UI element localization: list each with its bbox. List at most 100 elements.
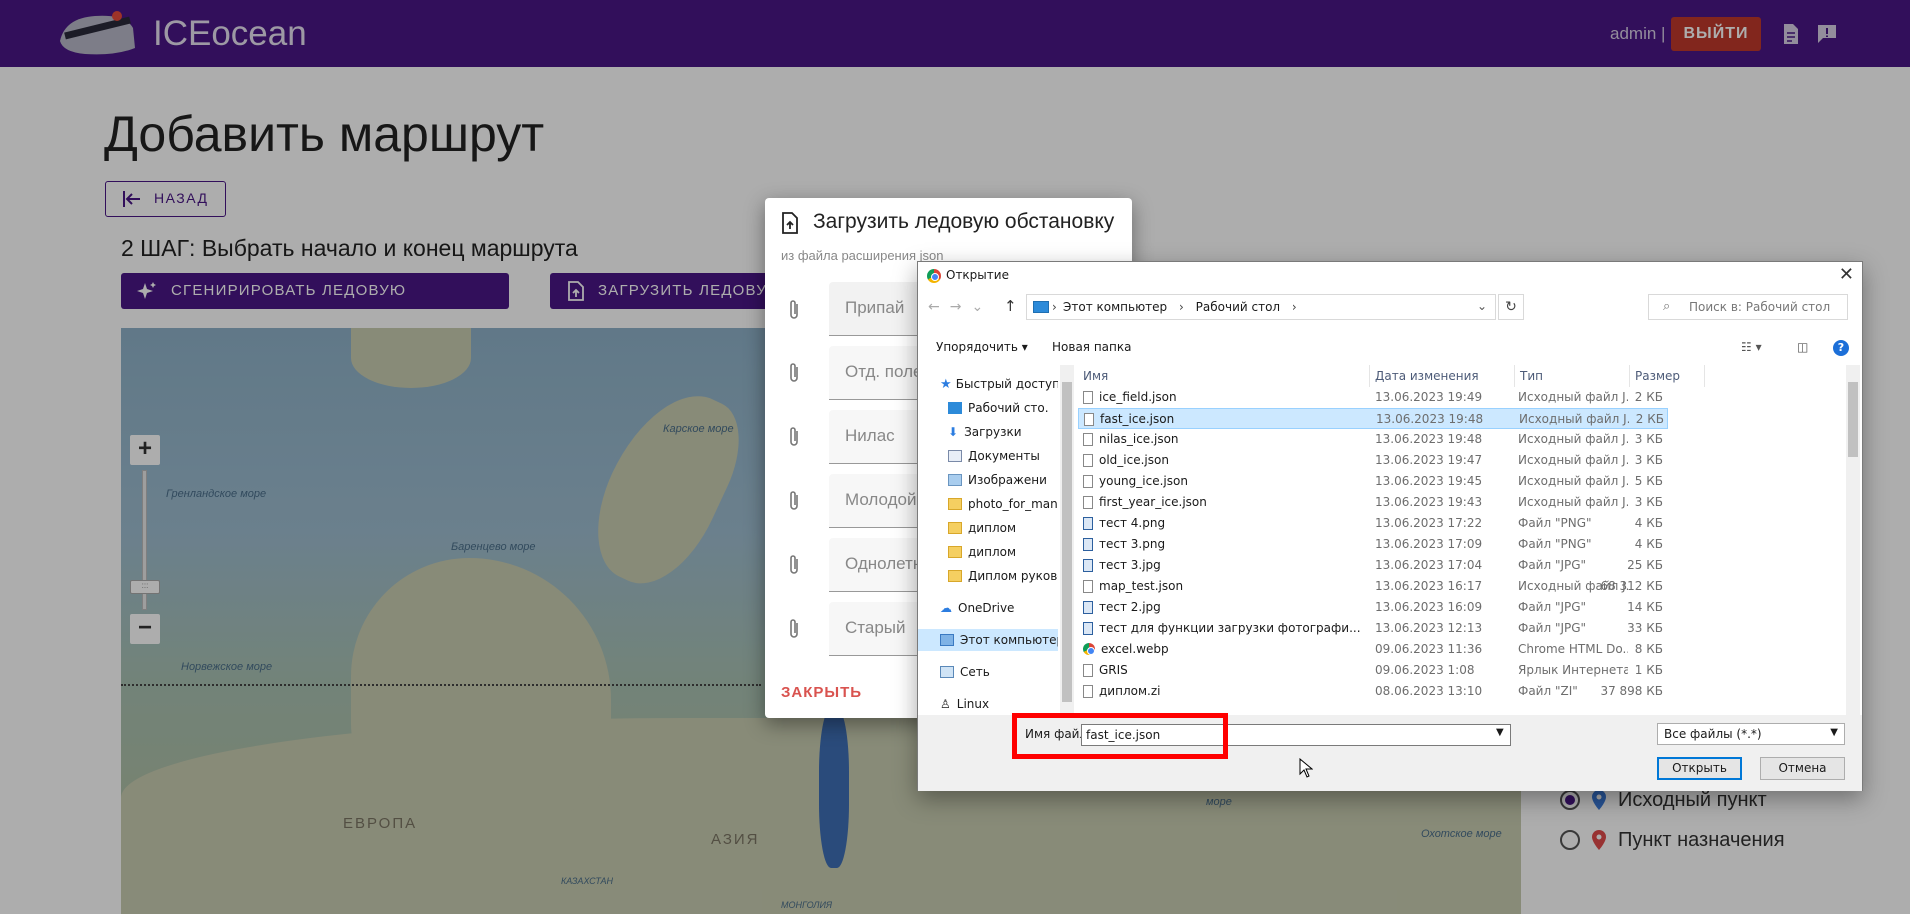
file-date: 13.06.2023 19:48	[1376, 412, 1484, 426]
file-row[interactable]: old_ice.json 13.06.2023 19:47 Исходный фай…	[1078, 450, 1668, 471]
nav-images[interactable]: Изображени	[918, 469, 1058, 491]
organize-menu[interactable]: Упорядочить ▾	[936, 340, 1028, 354]
nav-linux[interactable]: ♙ Linux	[918, 693, 1058, 715]
file-name: GRIS	[1099, 663, 1128, 677]
refresh-icon[interactable]: ↻	[1498, 294, 1524, 320]
file-name: тест для функции загрузки фотографи...	[1099, 621, 1361, 635]
address-bar[interactable]: › Этот компьютер › Рабочий стол › ⌄	[1026, 294, 1496, 320]
nav-folder-diploma-2[interactable]: диплом	[918, 541, 1058, 563]
column-type[interactable]: Тип	[1515, 365, 1630, 387]
column-name[interactable]: Имя	[1078, 365, 1370, 387]
open-button[interactable]: Открыть	[1657, 757, 1742, 780]
paperclip-icon[interactable]	[787, 425, 801, 449]
help-icon[interactable]: ?	[1833, 340, 1849, 356]
cloud-icon: ☁	[940, 601, 952, 615]
chevron-down-icon[interactable]: ▼	[1496, 727, 1504, 738]
download-icon: ⬇	[948, 425, 959, 439]
paperclip-icon[interactable]	[787, 553, 801, 577]
breadcrumb-desktop[interactable]: Рабочий стол	[1196, 300, 1280, 314]
file-list-scrollbar-thumb[interactable]	[1848, 382, 1858, 457]
nav-scrollbar-thumb[interactable]	[1062, 382, 1072, 702]
nav-this-pc[interactable]: Этот компьютер	[918, 629, 1058, 651]
nav-desktop[interactable]: Рабочий сто.	[918, 397, 1058, 419]
file-row[interactable]: nilas_ice.json 13.06.2023 19:48 Исходный ф…	[1078, 429, 1668, 450]
back-forward-arrows[interactable]: ←→⌄	[928, 299, 993, 315]
nav-label: Изображени	[968, 473, 1047, 487]
file-row[interactable]: диплом.zi 08.06.2023 13:10 Файл "ZI" 37 898…	[1078, 681, 1668, 702]
file-date: 09.06.2023 11:36	[1375, 642, 1483, 656]
star-icon: ★	[940, 377, 956, 392]
file-type-select[interactable]: Все файлы (*.*) ▼	[1657, 723, 1845, 745]
breadcrumb-computer[interactable]: Этот компьютер	[1063, 300, 1167, 314]
nav-label: photo_for_manu	[968, 497, 1058, 511]
column-date[interactable]: Дата изменения	[1370, 365, 1515, 387]
nav-network[interactable]: Сеть	[918, 661, 1058, 683]
nav-label: диплом	[968, 521, 1017, 535]
dialog-close-icon[interactable]: ✕	[1839, 264, 1854, 285]
shortcut-icon	[1083, 664, 1093, 677]
paperclip-icon[interactable]	[787, 298, 801, 322]
nav-folder-diploma[interactable]: диплом	[918, 517, 1058, 539]
file-icon	[1083, 580, 1093, 593]
breadcrumb-separator: ›	[1179, 300, 1184, 314]
file-row[interactable]: GRIS 09.06.2023 1:08 Ярлык Интернета 1 КБ	[1078, 660, 1668, 681]
search-input[interactable]: ⌕ Поиск в: Рабочий стол	[1648, 294, 1848, 320]
nav-label: Диплом руково	[968, 569, 1058, 583]
file-row[interactable]: young_ice.json 13.06.2023 19:45 Исходный ф…	[1078, 471, 1668, 492]
column-size[interactable]: Размер	[1630, 365, 1705, 387]
file-size: 37 898 КБ	[1600, 684, 1663, 698]
file-row[interactable]: ice_field.json 13.06.2023 19:49 Исходный ф…	[1078, 387, 1668, 408]
file-size: 25 КБ	[1627, 558, 1663, 572]
file-name: диплом.zi	[1099, 684, 1161, 698]
search-icon: ⌕	[1663, 299, 1671, 314]
modal-close-button[interactable]: ЗАКРЫТЬ	[781, 684, 862, 701]
nav-documents[interactable]: Документы	[918, 445, 1058, 467]
file-row[interactable]: first_year_ice.json 13.06.2023 19:43 Исход…	[1078, 492, 1668, 513]
view-options-icon[interactable]: ☷ ▾	[1741, 340, 1762, 354]
chevron-down-icon: ▼	[1830, 727, 1838, 738]
file-row[interactable]: тест для функции загрузки фотографи... 13…	[1078, 618, 1668, 639]
file-icon	[1083, 475, 1093, 488]
file-row[interactable]: тест 3.png 13.06.2023 17:09 Файл "PNG" 4 КБ	[1078, 534, 1668, 555]
chevron-down-icon[interactable]: ⌄	[1477, 299, 1487, 313]
file-row[interactable]: excel.webp 09.06.2023 11:36 Chrome HTML Do…	[1078, 639, 1668, 660]
dialog-footer: Имя файла: fast_ice.json ▼ Все файлы (*.…	[918, 713, 1862, 791]
file-size: 8 КБ	[1634, 642, 1663, 656]
documents-icon	[948, 450, 962, 462]
file-row[interactable]: map_test.json 13.06.2023 16:17 Исходный фа…	[1078, 576, 1668, 597]
file-row[interactable]: тест 4.png 13.06.2023 17:22 Файл "PNG" 4 КБ	[1078, 513, 1668, 534]
nav-label: Загрузки	[964, 425, 1022, 439]
cancel-button[interactable]: Отмена	[1760, 757, 1845, 780]
nav-label: Этот компьютер	[960, 633, 1058, 647]
file-icon	[1083, 433, 1093, 446]
image-file-icon	[1083, 517, 1093, 530]
upload-file-icon	[782, 212, 798, 234]
folder-icon	[948, 570, 962, 582]
paperclip-icon[interactable]	[787, 489, 801, 513]
preview-pane-icon[interactable]: ◫	[1797, 340, 1808, 354]
paperclip-icon[interactable]	[787, 361, 801, 385]
file-row-selected[interactable]: fast_ice.json 13.06.2023 19:48 Исходный фа…	[1078, 408, 1668, 429]
paperclip-icon[interactable]	[787, 617, 801, 641]
up-arrow-icon[interactable]: ↑	[1004, 297, 1017, 315]
file-name: тест 2.jpg	[1099, 600, 1161, 614]
nav-folder-photo[interactable]: photo_for_manu	[918, 493, 1058, 515]
nav-downloads[interactable]: ⬇ Загрузки	[918, 421, 1058, 443]
file-row[interactable]: тест 2.jpg 13.06.2023 16:09 Файл "JPG" 14 К…	[1078, 597, 1668, 618]
nav-label: Рабочий сто.	[968, 401, 1049, 415]
nav-onedrive[interactable]: ☁ OneDrive	[918, 597, 1058, 619]
file-icon	[1083, 496, 1093, 509]
file-size: 1 КБ	[1634, 663, 1663, 677]
images-icon	[948, 474, 962, 486]
nav-label: Linux	[956, 697, 990, 711]
nav-folder-diploma-guide[interactable]: Диплом руково	[918, 565, 1058, 587]
file-size: 2 КБ	[1635, 412, 1664, 426]
file-size: 4 КБ	[1634, 537, 1663, 551]
file-date: 13.06.2023 19:45	[1375, 474, 1483, 488]
file-row[interactable]: тест 3.jpg 13.06.2023 17:04 Файл "JPG" 25 К…	[1078, 555, 1668, 576]
dialog-title: Открытие	[946, 268, 1009, 282]
new-folder-button[interactable]: Новая папка	[1052, 340, 1131, 354]
nav-quick-access[interactable]: ★ Быстрый доступ	[918, 373, 1058, 395]
file-size: 4 КБ	[1634, 516, 1663, 530]
chrome-icon	[927, 269, 941, 283]
